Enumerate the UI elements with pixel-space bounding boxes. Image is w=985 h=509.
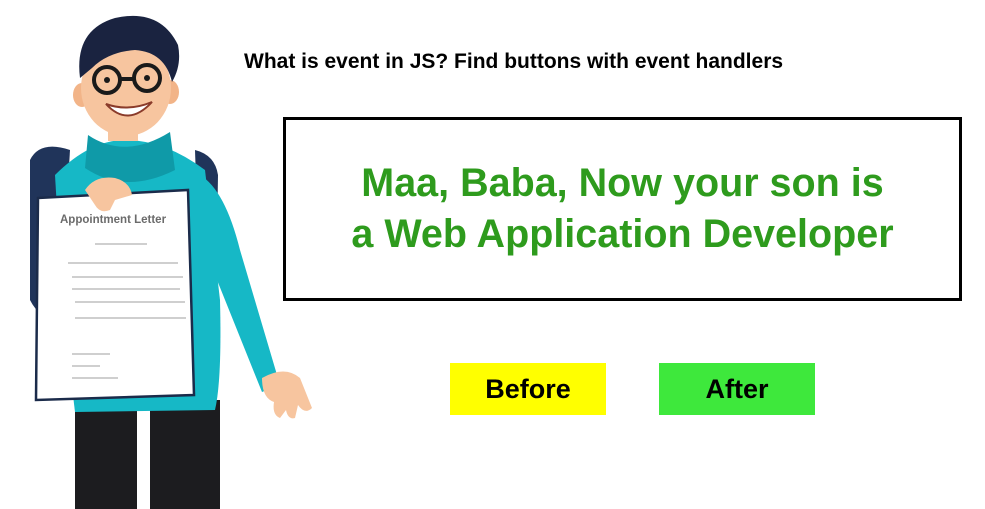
message-line-1: Maa, Baba, Now your son is [361,161,884,205]
question-heading: What is event in JS? Find buttons with e… [244,50,784,73]
message-text: Maa, Baba, Now your son is a Web Applica… [286,158,959,260]
letter-title: Appointment Letter [60,214,167,226]
message-box: Maa, Baba, Now your son is a Web Applica… [283,117,962,301]
before-button[interactable]: Before [450,363,606,415]
message-line-2: a Web Application Developer [351,212,894,256]
appointment-letter: Appointment Letter [34,188,196,402]
developer-illustration: Appointment Letter [30,15,312,509]
after-button[interactable]: After [659,363,815,415]
